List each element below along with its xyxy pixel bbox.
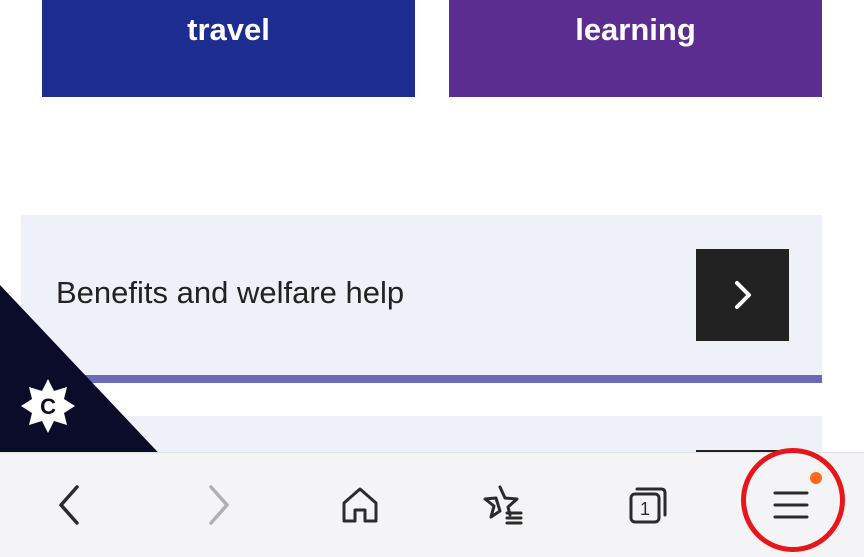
- cookie-settings-button[interactable]: C: [0, 285, 170, 465]
- chevron-right-icon: [734, 281, 751, 309]
- svg-text:C: C: [40, 394, 56, 419]
- travel-tile[interactable]: travel: [42, 0, 415, 97]
- home-button[interactable]: [328, 473, 392, 537]
- back-button[interactable]: [38, 473, 102, 537]
- tabs-icon: 1: [629, 487, 667, 524]
- svg-text:1: 1: [640, 499, 650, 519]
- browser-toolbar: 1: [0, 452, 864, 557]
- page: travel learning Benefits and welfare hel…: [0, 0, 864, 557]
- forward-button[interactable]: [186, 473, 250, 537]
- benefits-arrow-button[interactable]: [696, 249, 789, 341]
- cookie-badge-icon: C: [21, 379, 75, 433]
- tabs-button[interactable]: 1: [615, 473, 679, 537]
- menu-notification-dot: [810, 472, 822, 484]
- star-list-icon: [483, 485, 523, 525]
- chevron-right-icon: [209, 485, 229, 525]
- cookie-corner-shape: C: [0, 285, 170, 465]
- travel-tile-label: travel: [187, 12, 270, 47]
- hamburger-menu-icon: [773, 491, 809, 519]
- learning-tile-label: learning: [575, 12, 696, 47]
- learning-tile[interactable]: learning: [449, 0, 822, 97]
- home-icon: [342, 487, 378, 523]
- bookmarks-button[interactable]: [472, 473, 536, 537]
- chevron-left-icon: [59, 485, 79, 525]
